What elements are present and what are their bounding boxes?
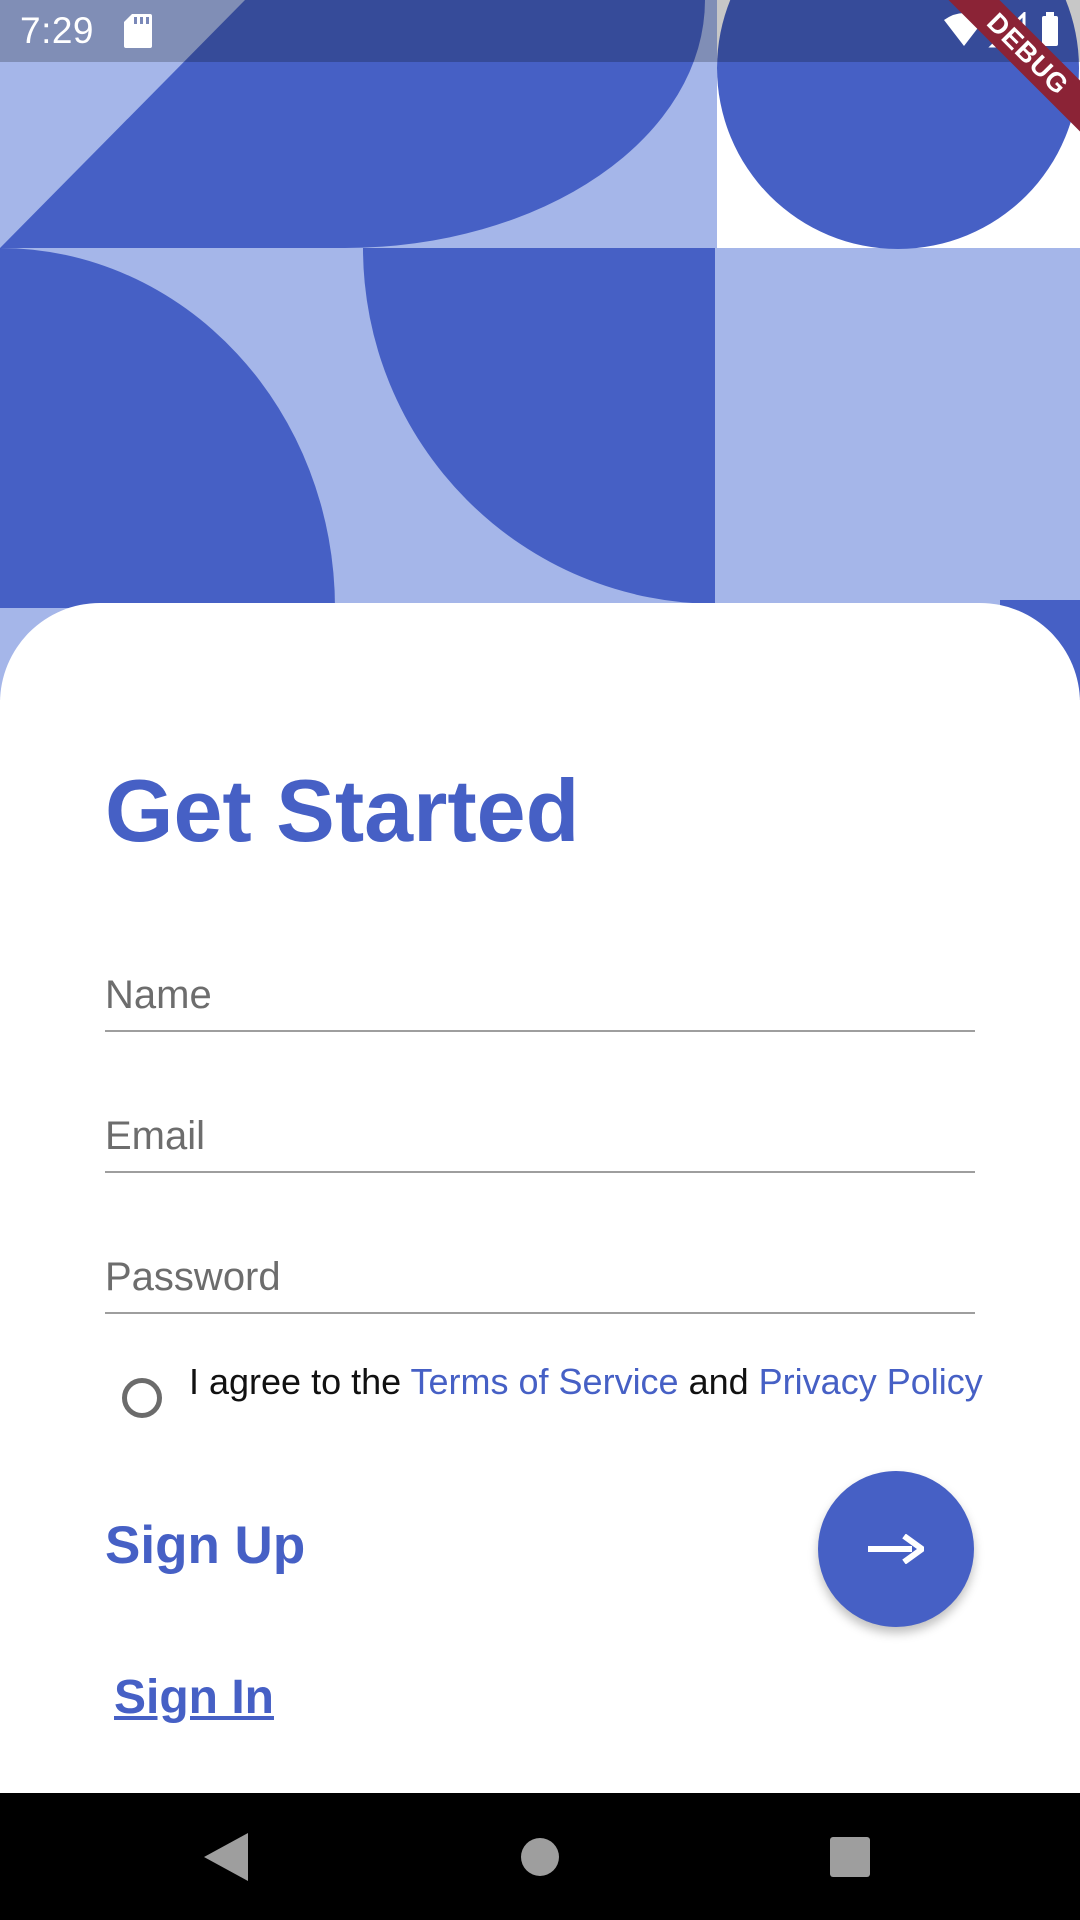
page-title: Get Started [105,761,580,860]
password-input[interactable] [105,1242,975,1312]
hero-illustration [0,0,1080,700]
status-time: 7:29 [20,10,95,51]
status-bar: 7:29 [0,0,1080,62]
signup-submit-button[interactable] [818,1471,974,1627]
debug-banner: DEBUG [920,0,1080,160]
agree-text: I agree to the Terms of Service and Priv… [189,1360,989,1403]
email-input[interactable] [105,1101,975,1171]
signin-link[interactable]: Sign In [114,1670,274,1725]
back-button[interactable] [166,1793,286,1920]
recents-button[interactable] [790,1793,910,1920]
geometric-pattern [0,0,1080,700]
name-input[interactable] [105,960,975,1030]
email-field [105,1101,975,1173]
agree-middle: and [678,1361,759,1402]
privacy-link[interactable]: Privacy Policy [759,1361,983,1402]
recents-icon [830,1836,870,1877]
nav-bar [0,1793,1080,1920]
agree-prefix: I agree to the [189,1361,411,1402]
home-icon [521,1837,559,1876]
terms-link[interactable]: Terms of Service [411,1361,679,1402]
password-field [105,1242,975,1314]
arrow-right-icon [868,1534,924,1564]
home-button[interactable] [480,1793,600,1920]
agree-checkbox[interactable] [122,1378,162,1418]
sd-card-icon [124,14,152,53]
signup-label: Sign Up [105,1516,306,1575]
back-icon [204,1832,248,1881]
debug-label: DEBUG [937,0,1080,145]
name-field [105,960,975,1032]
